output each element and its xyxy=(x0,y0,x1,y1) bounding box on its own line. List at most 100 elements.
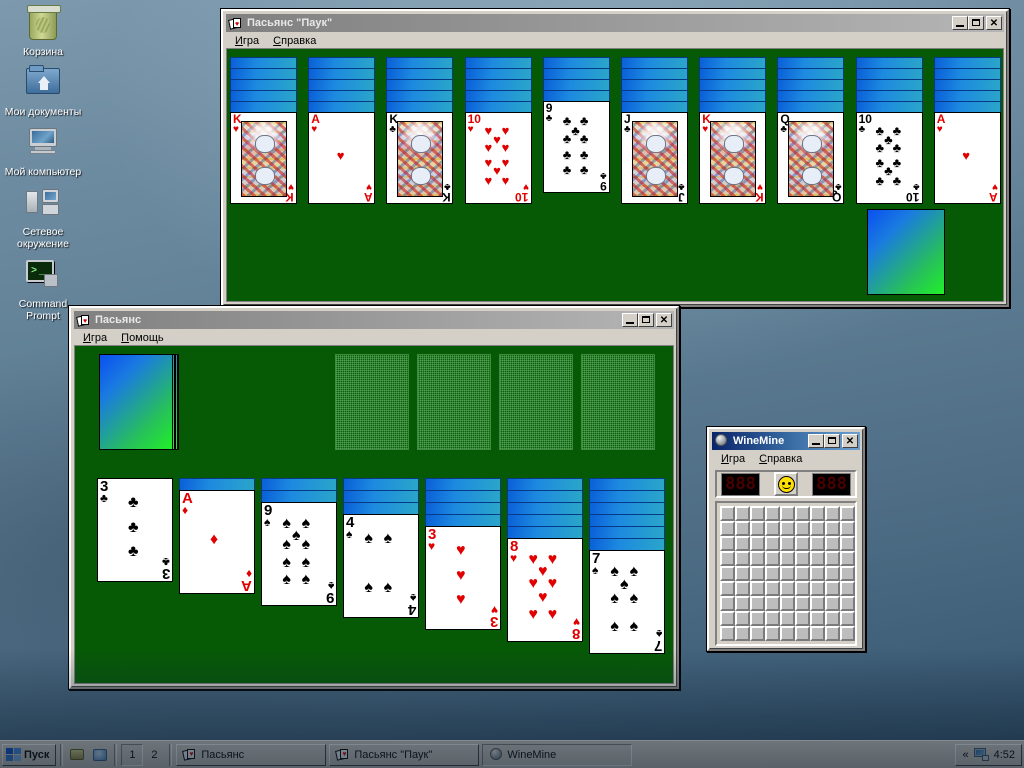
minefield-cell[interactable] xyxy=(840,596,855,611)
desktop-pager-1[interactable]: 1 xyxy=(121,743,144,766)
card-back[interactable] xyxy=(933,101,1001,112)
winemine-menu-game[interactable]: Игра xyxy=(714,452,752,466)
spider-column[interactable]: K ♥ K ♥ xyxy=(699,57,767,204)
solitaire-close-button[interactable]: ✕ xyxy=(656,313,672,327)
minefield-cell[interactable] xyxy=(735,566,750,581)
card-back[interactable] xyxy=(542,79,610,90)
card-back[interactable] xyxy=(777,79,845,90)
card-back[interactable] xyxy=(343,490,419,502)
minefield-cell[interactable] xyxy=(750,566,765,581)
playing-card-face[interactable]: 3 ♣ 3 ♣ ♣ ♣ ♣ xyxy=(97,478,173,582)
card-back[interactable] xyxy=(777,101,845,112)
card-back[interactable] xyxy=(589,490,665,502)
minefield-cell[interactable] xyxy=(720,626,735,641)
card-back[interactable] xyxy=(261,490,337,502)
foundation-slot-2[interactable] xyxy=(417,354,491,450)
card-back[interactable] xyxy=(261,478,337,490)
minefield-cell[interactable] xyxy=(765,566,780,581)
card-back[interactable] xyxy=(464,90,532,101)
minefield-grid[interactable] xyxy=(715,501,857,646)
spider-titlebar[interactable]: ♥ Пасьянс "Паук" ✕ xyxy=(226,14,1004,32)
winemine-menubar[interactable]: Игра Справка xyxy=(712,450,860,467)
minefield-cell[interactable] xyxy=(735,521,750,536)
minefield-cell[interactable] xyxy=(780,506,795,521)
minefield-cell[interactable] xyxy=(750,611,765,626)
minefield-cell[interactable] xyxy=(810,566,825,581)
desktop-icon-my-computer[interactable]: Мой компьютер xyxy=(0,128,86,178)
minefield-cell[interactable] xyxy=(735,536,750,551)
card-back[interactable] xyxy=(933,79,1001,90)
minefield-cell[interactable] xyxy=(720,506,735,521)
spider-column[interactable]: K ♥ K ♥ xyxy=(230,57,297,204)
tableau-column[interactable]: 8 ♥ 8 ♥ ♥ ♥ ♥ ♥ ♥ ♥ ♥ ♥ xyxy=(507,478,583,642)
start-button[interactable]: Пуск xyxy=(2,743,57,766)
foundation-slot-4[interactable] xyxy=(581,354,655,450)
winemine-window[interactable]: WineMine ✕ Игра Справка 888 888 xyxy=(706,426,866,652)
foundation-slot-1[interactable] xyxy=(335,354,409,450)
card-back[interactable] xyxy=(933,57,1001,68)
playing-card-face[interactable]: A ♦ A ♦ ♦ xyxy=(179,490,255,594)
minefield-cell[interactable] xyxy=(840,506,855,521)
minefield-cell[interactable] xyxy=(750,506,765,521)
card-back[interactable] xyxy=(230,57,297,68)
taskbar[interactable]: Пуск 1 2 ♥ Пасьянс ♥ Пасьянс "Паук" WineMine… xyxy=(0,740,1024,768)
minefield-cell[interactable] xyxy=(735,596,750,611)
minefield-cell[interactable] xyxy=(765,551,780,566)
tableau-column[interactable]: 9 ♠ 9 ♠ ♠ ♠ ♠ ♠ ♠ ♠ ♠ ♠ ♠ xyxy=(261,478,337,606)
minefield-cell[interactable] xyxy=(825,551,840,566)
minefield-cell[interactable] xyxy=(750,596,765,611)
card-back[interactable] xyxy=(343,478,419,490)
desktop-icon-network-neighborhood[interactable]: Сетевое окружение xyxy=(0,188,86,250)
minefield-cell[interactable] xyxy=(795,566,810,581)
minefield-cell[interactable] xyxy=(825,521,840,536)
playing-card-face[interactable]: A ♥ A ♥ ♥ xyxy=(933,112,1001,204)
card-back[interactable] xyxy=(308,90,376,101)
card-back[interactable] xyxy=(589,538,665,550)
minefield-cell[interactable] xyxy=(840,626,855,641)
card-back[interactable] xyxy=(464,79,532,90)
card-back[interactable] xyxy=(507,490,583,502)
quicklaunch-icon-2[interactable] xyxy=(90,745,110,765)
minefield-cell[interactable] xyxy=(780,611,795,626)
spider-column[interactable]: Q ♣ Q ♣ xyxy=(777,57,845,204)
foundation-slot-3[interactable] xyxy=(499,354,573,450)
tableau-column[interactable]: 3 ♥ 3 ♥ ♥ ♥ ♥ xyxy=(425,478,501,630)
tableau-column[interactable]: 7 ♠ 7 ♠ ♠ ♠ ♠ ♠ ♠ ♠ ♠ xyxy=(589,478,665,654)
minefield-cell[interactable] xyxy=(780,521,795,536)
minefield-cell[interactable] xyxy=(810,536,825,551)
minefield-cell[interactable] xyxy=(795,596,810,611)
card-back[interactable] xyxy=(230,101,297,112)
minefield-cell[interactable] xyxy=(795,521,810,536)
minefield-cell[interactable] xyxy=(795,626,810,641)
minefield-cell[interactable] xyxy=(795,536,810,551)
card-back[interactable] xyxy=(933,68,1001,79)
card-back[interactable] xyxy=(308,68,376,79)
playing-card-face[interactable]: A ♥ A ♥ ♥ xyxy=(308,112,376,204)
card-back[interactable] xyxy=(589,514,665,526)
card-back[interactable] xyxy=(386,90,454,101)
card-back[interactable] xyxy=(621,79,688,90)
minefield-cell[interactable] xyxy=(810,626,825,641)
card-back[interactable] xyxy=(855,79,923,90)
card-back[interactable] xyxy=(855,90,923,101)
card-back[interactable] xyxy=(386,57,454,68)
card-back[interactable] xyxy=(230,79,297,90)
minefield-cell[interactable] xyxy=(750,626,765,641)
card-back[interactable] xyxy=(699,101,767,112)
minefield-cell[interactable] xyxy=(810,521,825,536)
spider-column[interactable]: J ♣ J ♣ xyxy=(621,57,688,204)
minefield-cell[interactable] xyxy=(780,626,795,641)
winemine-close-button[interactable]: ✕ xyxy=(842,434,858,448)
card-back[interactable] xyxy=(777,57,845,68)
card-back[interactable] xyxy=(542,57,610,68)
minefield-cell[interactable] xyxy=(795,506,810,521)
minefield-cell[interactable] xyxy=(795,551,810,566)
network-tray-icon[interactable] xyxy=(973,748,989,761)
spider-column[interactable]: A ♥ A ♥ ♥ xyxy=(308,57,376,204)
spider-stock-deck[interactable] xyxy=(867,209,945,295)
playing-card-face[interactable]: 9 ♣ 9 ♣ ♣ ♣ ♣ ♣ ♣ ♣ ♣ ♣ ♣ xyxy=(542,101,610,193)
playing-card-face[interactable]: 4 ♠ 4 ♠ ♠ ♠ ♠ ♠ xyxy=(343,514,419,618)
card-back[interactable] xyxy=(699,79,767,90)
desktop-icon-my-documents[interactable]: Мои документы xyxy=(0,65,86,118)
quicklaunch-icon-1[interactable] xyxy=(67,745,87,765)
